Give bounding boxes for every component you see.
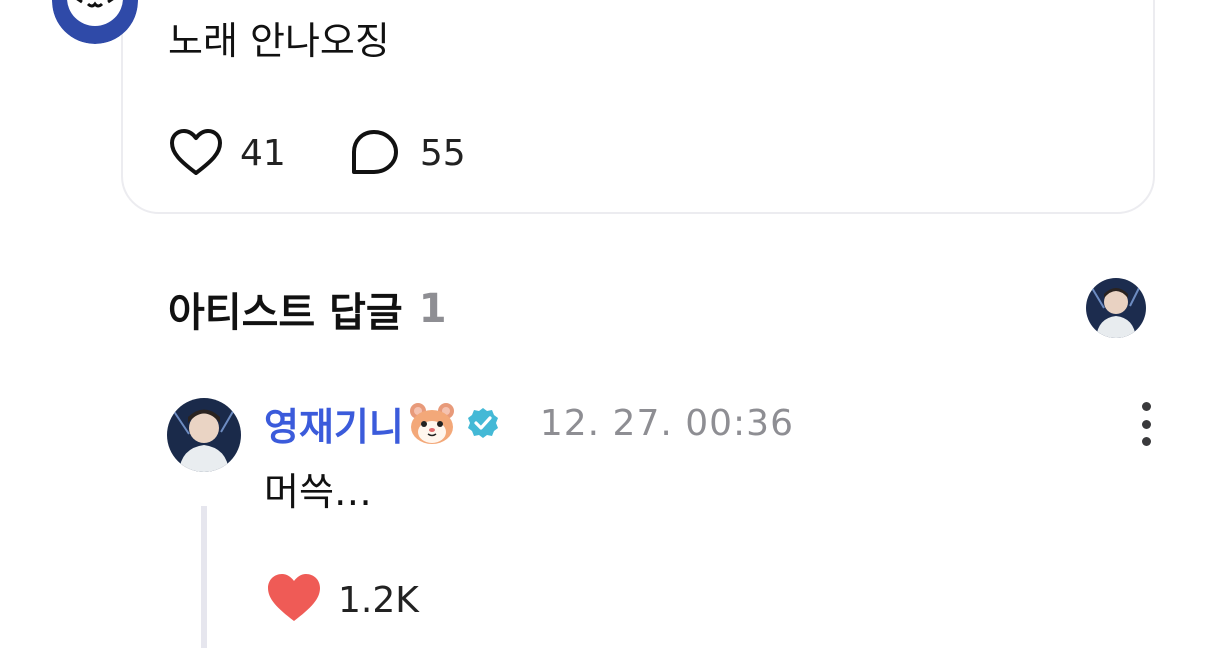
comment-bubble-icon — [348, 126, 404, 180]
more-dot-icon — [1141, 437, 1151, 446]
reply-like-button[interactable]: 1.2K — [266, 572, 419, 628]
more-dot-icon — [1141, 402, 1151, 411]
post-comment-count: 55 — [419, 132, 466, 174]
heart-outline-icon — [168, 126, 224, 180]
post-like-button[interactable]: 41 — [168, 126, 286, 180]
reply-meta: 영재기니 12. 27. 00:36 — [264, 396, 794, 451]
reply-timestamp: 12. 27. 00:36 — [539, 402, 794, 444]
artist-replies-title: 아티스트 답글 — [168, 290, 403, 336]
post-text: 노래 안나오징 — [168, 19, 390, 63]
reply-author-name[interactable]: 영재기니 — [264, 396, 404, 451]
reply-more-options-button[interactable] — [1132, 402, 1160, 446]
artist-replies-header: 아티스트 답글 1 — [168, 282, 447, 336]
more-dot-icon — [1141, 419, 1151, 429]
hamster-face-emoji-icon — [408, 399, 456, 447]
artist-replies-count: 1 — [418, 286, 447, 332]
reply-thread-line — [201, 506, 207, 648]
reply-text: 머쓱… — [264, 470, 372, 514]
post-comment-button[interactable]: 55 — [348, 126, 466, 180]
artist-avatar-icon — [167, 398, 241, 472]
verified-badge-icon — [466, 406, 500, 440]
page: 노래 안나오징 41 55 아티스트 답글 1 영재기니 12. 27. 00:… — [0, 0, 1206, 648]
artist-avatar-icon — [1086, 278, 1146, 338]
post-like-count: 41 — [240, 132, 286, 174]
heart-filled-icon — [266, 572, 322, 628]
reply-like-count: 1.2K — [338, 579, 419, 621]
artist-replies-avatar[interactable] — [1086, 278, 1146, 338]
reply-author-avatar[interactable] — [167, 398, 241, 472]
post-actions: 41 55 — [168, 126, 466, 180]
